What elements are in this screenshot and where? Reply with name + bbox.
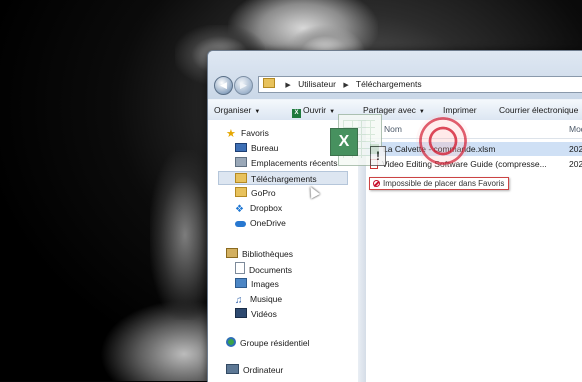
nav-label: Images [251, 279, 279, 289]
nav-computer[interactable]: Ordinateur [226, 363, 283, 377]
nav-libraries[interactable]: Bibliothèques [226, 247, 293, 261]
file-row[interactable]: Video Editing Software Guide (compresse.… [366, 157, 582, 171]
folder-icon [263, 78, 275, 88]
explorer-window: ◀ ▶ ▶ Utilisateur ▶ Téléchargements Orga… [207, 50, 582, 382]
nav-label: Ordinateur [243, 365, 284, 375]
no-entry-icon [373, 180, 380, 187]
file-name: Video Editing Software Guide (compresse.… [382, 159, 547, 169]
nav-label: Vidéos [251, 309, 277, 319]
nav-label: Musique [250, 294, 283, 304]
library-icon [226, 248, 238, 258]
recent-places-icon [235, 157, 247, 167]
nav-gopro[interactable]: GoPro [235, 186, 276, 200]
warning-icon: ! [370, 146, 386, 166]
click-highlight [416, 114, 470, 168]
nav-videos[interactable]: Vidéos [235, 307, 277, 321]
nav-downloads[interactable]: Téléchargements [218, 171, 348, 185]
column-header-modified[interactable]: Mod [569, 120, 582, 138]
nav-desktop[interactable]: Bureau [235, 141, 278, 155]
file-date: 2020 [569, 144, 582, 154]
file-date: 2020 [569, 159, 582, 169]
cloud-icon [235, 221, 246, 227]
nav-label: OneDrive [250, 218, 286, 228]
dropbox-icon: ❖ [235, 204, 244, 215]
excel-icon: X [292, 109, 301, 118]
excel-icon: X [330, 128, 358, 156]
nav-label: Groupe résidentiel [240, 338, 310, 348]
homegroup-icon [226, 337, 236, 347]
content-area: ★ Favoris Bureau Emplacements récents Tél… [208, 120, 582, 382]
nav-images[interactable]: Images [235, 277, 279, 291]
command-bar: Organiser ▼ X Ouvrir ▼ Partager avec ▼ Impri… [208, 99, 582, 121]
star-icon: ★ [226, 128, 236, 140]
breadcrumb-item[interactable]: Téléchargements [356, 79, 422, 89]
address-row: ◀ ▶ ▶ Utilisateur ▶ Téléchargements [208, 74, 582, 96]
column-header-name[interactable]: Nom [384, 120, 402, 138]
nav-label: Favoris [241, 128, 269, 138]
nav-documents[interactable]: Documents [235, 262, 292, 276]
computer-icon [226, 364, 239, 374]
breadcrumb-item[interactable]: Utilisateur [298, 79, 336, 89]
downloads-folder-icon [235, 173, 247, 183]
nav-onedrive[interactable]: OneDrive [235, 216, 286, 230]
video-icon [235, 308, 247, 318]
back-button[interactable]: ◀ [214, 76, 233, 95]
file-list: Nom Mod La Calvette - commande.xlsm 2020… [366, 120, 582, 382]
music-note-icon: ♫ [235, 295, 243, 306]
nav-homegroup[interactable]: Groupe résidentiel [226, 336, 309, 350]
nav-label: Documents [249, 265, 292, 275]
nav-label: Bibliothèques [242, 249, 294, 259]
address-bar[interactable]: ▶ Utilisateur ▶ Téléchargements [258, 76, 582, 93]
chevron-right-icon: ▶ [285, 82, 291, 89]
nav-label: Dropbox [250, 203, 283, 213]
email-label: Courrier électronique [499, 105, 579, 115]
chevron-down-icon: ▼ [418, 109, 425, 115]
column-header-row: Nom Mod [366, 120, 582, 139]
nav-music[interactable]: ♫ Musique [235, 292, 282, 306]
nav-label: Téléchargements [251, 174, 317, 184]
nav-label: GoPro [251, 188, 276, 198]
folder-icon [235, 187, 247, 197]
image-icon [235, 278, 247, 288]
desktop-icon [235, 143, 247, 152]
organize-label: Organiser [214, 105, 252, 115]
chevron-right-icon: ▶ [343, 82, 349, 89]
organize-button[interactable]: Organiser ▼ [214, 100, 260, 120]
nav-favorites[interactable]: ★ Favoris [226, 126, 269, 140]
drag-ghost-excel: X ! [322, 110, 386, 170]
nav-dropbox[interactable]: ❖ Dropbox [235, 201, 282, 215]
document-icon [235, 262, 245, 274]
email-button[interactable]: Courrier électronique [499, 100, 578, 120]
drag-tooltip-text: Impossible de placer dans Favoris [383, 179, 505, 188]
file-row[interactable]: La Calvette - commande.xlsm 2020 [366, 142, 582, 156]
chevron-down-icon: ▼ [254, 109, 261, 115]
nav-label: Bureau [251, 143, 279, 153]
forward-button[interactable]: ▶ [234, 76, 253, 95]
drag-tooltip: Impossible de placer dans Favoris [369, 177, 510, 190]
